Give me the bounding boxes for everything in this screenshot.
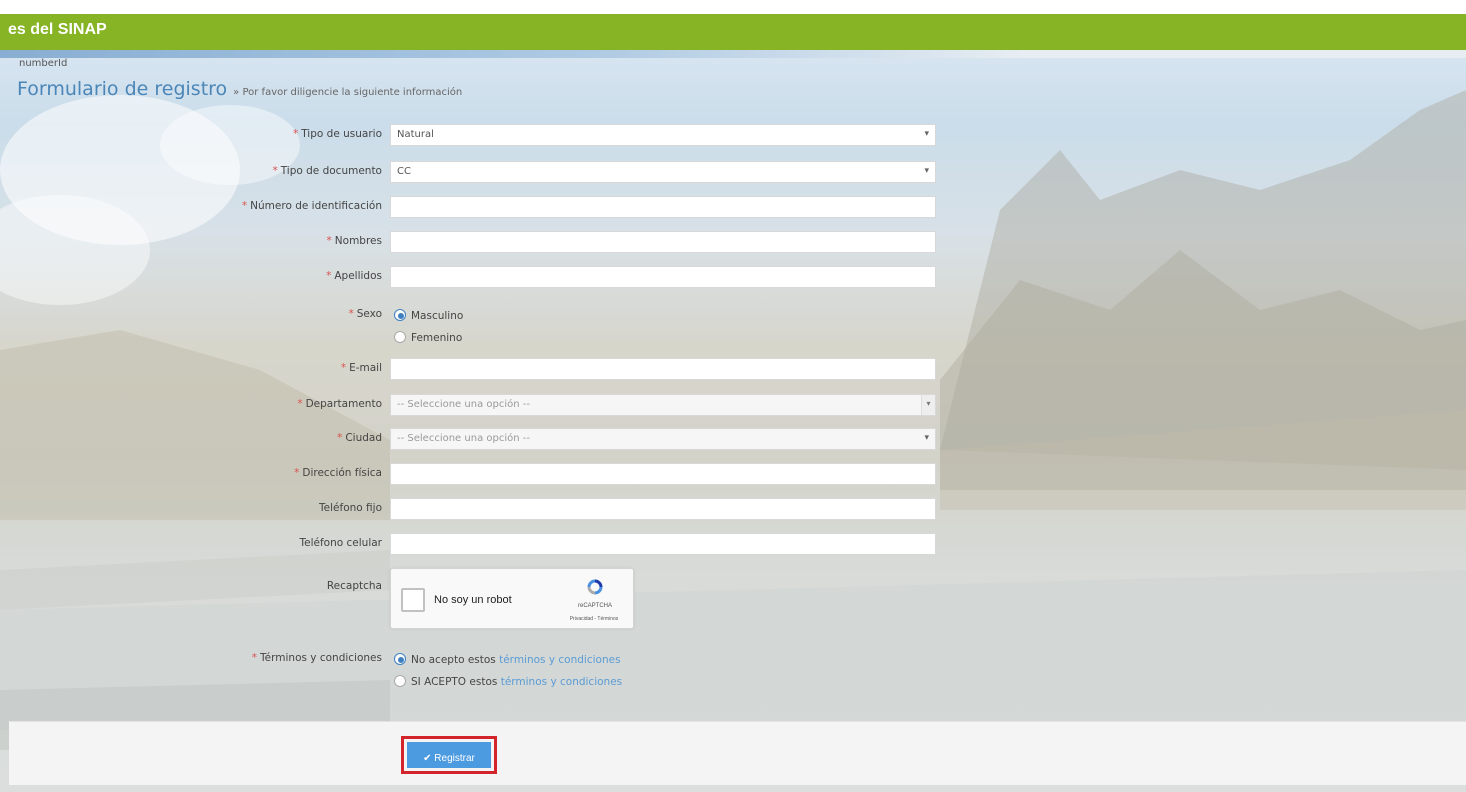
ciudad-select[interactable]: -- Seleccione una opción -- ▾ [390, 428, 936, 450]
radio-unselected-icon[interactable] [394, 675, 406, 687]
email-input[interactable] [390, 358, 936, 380]
app-title: es del SINAP [8, 21, 107, 38]
departamento-placeholder: -- Seleccione una opción -- [397, 399, 530, 410]
terminos-radio-si[interactable]: SI ACEPTO estos términos y condiciones [394, 675, 622, 688]
recaptcha-text: No soy un robot [434, 594, 512, 606]
recaptcha-checkbox[interactable] [401, 588, 425, 612]
email-label: * E-mail [340, 362, 382, 374]
terminos-radio-no[interactable]: No acepto estos términos y condiciones [394, 653, 621, 666]
check-icon: ✔ [423, 752, 432, 764]
tipo-documento-select[interactable]: CC ▾ [390, 161, 936, 183]
telefono-celular-label: Teléfono celular [299, 537, 382, 549]
breadcrumb: numberId [19, 58, 68, 69]
tipo-documento-label: * Tipo de documento [272, 165, 382, 177]
sexo-radio-masculino[interactable]: Masculino [394, 309, 463, 322]
departamento-label: * Departamento [297, 398, 382, 410]
recaptcha-label: Recaptcha [326, 580, 382, 592]
chevron-down-icon: ▾ [924, 129, 929, 139]
departamento-select[interactable]: -- Seleccione una opción -- ▾ [390, 394, 936, 416]
chevron-down-icon: ▾ [924, 433, 929, 443]
terminos-no-text: No acepto estos [411, 654, 500, 666]
recaptcha-logo-icon [587, 579, 603, 595]
row-sexo: * Sexo [0, 304, 1466, 328]
row-tipo-documento: * Tipo de documento CC ▾ [0, 161, 1466, 185]
apellidos-label: * Apellidos [326, 270, 382, 282]
sexo-option-label: Femenino [411, 332, 463, 344]
row-numero-identificacion: * Número de identificación [0, 196, 1466, 220]
row-telefono-celular: Teléfono celular [0, 533, 1466, 557]
sexo-label: * Sexo [348, 308, 382, 320]
register-button-label: Registrar [434, 752, 475, 764]
terminos-link[interactable]: términos y condiciones [501, 676, 622, 688]
row-telefono-fijo: Teléfono fijo [0, 498, 1466, 522]
ciudad-label: * Ciudad [337, 432, 382, 444]
sexo-radio-femenino[interactable]: Femenino [394, 331, 462, 344]
sexo-option-label: Masculino [411, 310, 464, 322]
terminos-link[interactable]: términos y condiciones [499, 654, 620, 666]
row-recaptcha: Recaptcha [0, 576, 1466, 600]
form-footer [9, 721, 1466, 785]
ciudad-placeholder: -- Seleccione una opción -- [397, 433, 530, 444]
register-button[interactable]: ✔ Registrar [407, 742, 491, 768]
row-apellidos: * Apellidos [0, 266, 1466, 290]
direccion-label: * Dirección física [294, 467, 382, 479]
page-title-text: Formulario de registro [17, 78, 228, 100]
nombres-label: * Nombres [326, 235, 382, 247]
numero-identificacion-label: * Número de identificación [241, 200, 382, 212]
numero-identificacion-input[interactable] [390, 196, 936, 218]
row-direccion: * Dirección física [0, 463, 1466, 487]
recaptcha-widget: No soy un robot reCAPTCHA Privacidad - T… [390, 568, 634, 629]
terminos-label: * Términos y condiciones [251, 652, 382, 664]
direccion-input[interactable] [390, 463, 936, 485]
row-departamento: * Departamento -- Seleccione una opción -… [0, 394, 1466, 418]
dropdown-arrow-icon: ▾ [921, 395, 935, 415]
telefono-fijo-label: Teléfono fijo [319, 502, 382, 514]
nombres-input[interactable] [390, 231, 936, 253]
page-subtitle: » Por favor diligencie la siguiente info… [233, 87, 463, 98]
radio-selected-icon[interactable] [394, 653, 406, 665]
tipo-usuario-select[interactable]: Natural ▾ [390, 124, 936, 146]
top-margin [0, 0, 1466, 14]
tipo-usuario-label: * Tipo de usuario [292, 128, 382, 140]
telefono-fijo-input[interactable] [390, 498, 936, 520]
app-header: es del SINAP [0, 14, 1466, 50]
tipo-documento-value: CC [397, 166, 411, 177]
register-button-highlight: ✔ Registrar [401, 736, 497, 774]
radio-selected-icon[interactable] [394, 309, 406, 321]
recaptcha-brand: reCAPTCHA [577, 603, 612, 609]
chevron-down-icon: ▾ [924, 166, 929, 176]
row-email: * E-mail [0, 358, 1466, 382]
row-terminos: * Términos y condiciones [0, 648, 1466, 672]
radio-unselected-icon[interactable] [394, 331, 406, 343]
telefono-celular-input[interactable] [390, 533, 936, 555]
row-ciudad: * Ciudad -- Seleccione una opción -- ▾ [0, 428, 1466, 452]
tipo-usuario-value: Natural [397, 129, 434, 140]
terminos-si-text: SI ACEPTO estos [411, 676, 501, 688]
row-tipo-usuario: * Tipo de usuario Natural ▾ [0, 124, 1466, 148]
page-title: Formulario de registro » Por favor dilige… [17, 78, 462, 100]
apellidos-input[interactable] [390, 266, 936, 288]
recaptcha-links[interactable]: Privacidad - Términos [559, 616, 629, 622]
row-nombres: * Nombres [0, 231, 1466, 255]
